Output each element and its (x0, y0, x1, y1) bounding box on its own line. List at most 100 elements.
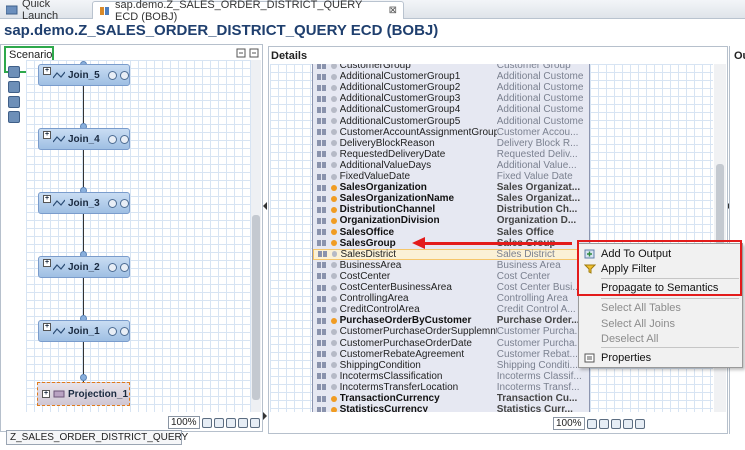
join-node-4[interactable]: + Join_4 (38, 128, 130, 150)
column-icon (330, 162, 337, 169)
layout-icon[interactable] (249, 417, 260, 428)
expand-right-icon[interactable] (263, 412, 267, 420)
column-type-icon (313, 373, 331, 380)
column-row[interactable]: IncotermsTransferLocation Incoterms Trans… (313, 382, 589, 393)
zoom-out-icon[interactable] (586, 418, 597, 429)
menu-item-select-all-joins[interactable]: Select All Joins (579, 316, 742, 331)
column-row[interactable]: CustomerPurchaseOrderSupplemnt Customer P… (313, 326, 589, 338)
scenario-canvas[interactable] (26, 60, 254, 412)
column-icon (330, 262, 337, 269)
fit-to-window-icon[interactable] (225, 417, 236, 428)
view-name-field: Z_SALES_ORDER_DISTRICT_QUERY (6, 430, 188, 445)
column-row[interactable]: SalesDistrict Sales District (313, 248, 589, 260)
tab-label: sap.demo.Z_SALES_ORDER_DISTRICT_QUERY EC… (115, 0, 363, 23)
tab-calculation-view[interactable]: sap.demo.Z_SALES_ORDER_DISTRICT_QUERY EC… (92, 0, 404, 23)
column-row[interactable]: SalesOrganizationName Sales Organizat... (313, 193, 589, 205)
column-name: AdditionalCustomerGroup2 (339, 82, 461, 94)
zoom-out-icon[interactable] (201, 417, 212, 428)
join-node-1[interactable]: + Join_1 (38, 320, 130, 342)
column-name: AdditionalCustomerGroup4 (339, 104, 461, 116)
table-tool-icon[interactable] (8, 81, 20, 93)
column-type-icon (313, 184, 331, 191)
close-icon[interactable]: ⊠ (389, 5, 397, 16)
layout-icon[interactable] (634, 418, 645, 429)
projection-node[interactable]: + Projection_1 (37, 382, 130, 406)
column-row[interactable]: TransactionCurrency Transaction Cu... (313, 393, 589, 404)
join-icon (53, 327, 65, 335)
node-port[interactable] (80, 374, 87, 381)
column-icon (330, 328, 337, 335)
column-row[interactable]: IncotermsClassification Incoterms Classif… (313, 371, 589, 382)
column-row[interactable]: CostCenter Cost Center (313, 271, 589, 282)
column-row[interactable]: CustomerRebateAgreement Customer Rebat... (313, 349, 589, 360)
zoom-in-icon[interactable] (213, 417, 224, 428)
join-tool-icon[interactable] (8, 66, 20, 78)
zoom-level[interactable]: 100% (553, 417, 585, 430)
column-row[interactable]: RequestedDeliveryDate Requested Deliv... (313, 149, 589, 160)
join-icon (53, 199, 65, 207)
column-row[interactable]: PurchaseOrderByCustomer Purchase Order... (313, 315, 589, 327)
column-row[interactable]: OrganizationDivision Organization D... (313, 215, 589, 226)
column-row[interactable]: AdditionalCustomerGroup3 Additional Custo… (313, 93, 589, 104)
column-type-icon (313, 295, 331, 302)
column-row[interactable]: AdditionalValueDays Additional Value... (313, 160, 589, 171)
details-title: Details (271, 50, 308, 62)
expand-icon[interactable]: + (42, 390, 50, 398)
projection-tool-icon[interactable] (8, 111, 20, 123)
column-row[interactable]: CostCenterBusinessArea Cost Center Busi..… (313, 282, 589, 293)
column-row[interactable]: ControllingArea Controlling Area (313, 293, 589, 304)
expand-icon[interactable]: + (43, 195, 51, 203)
zoom-level[interactable]: 100% (168, 416, 200, 429)
column-row[interactable]: FixedValueDate Fixed Value Date (313, 171, 589, 182)
actual-size-icon[interactable] (237, 417, 248, 428)
column-row[interactable]: AdditionalCustomerGroup5 Additional Custo… (313, 116, 589, 127)
table-node-columns[interactable]: CustomerGroup Customer Group AdditionalCus… (312, 64, 590, 412)
column-row[interactable]: CreditControlArea Credit Control A... (313, 304, 589, 315)
menu-item-deselect-all[interactable]: Deselect All (579, 331, 742, 346)
join-node-3[interactable]: + Join_3 (38, 192, 130, 214)
column-type-icon (313, 328, 331, 335)
key-column-icon (330, 195, 337, 202)
node-state-icon (108, 70, 117, 80)
column-icon (330, 351, 337, 358)
expand-icon[interactable]: + (43, 67, 51, 75)
column-row[interactable]: SalesOrganization Sales Organizat... (313, 182, 589, 193)
column-row[interactable]: AdditionalCustomerGroup4 Additional Custo… (313, 104, 589, 116)
actual-size-icon[interactable] (622, 418, 633, 429)
menu-item-select-all-tables[interactable]: Select All Tables (579, 300, 742, 315)
join-node-2[interactable]: + Join_2 (38, 256, 130, 278)
column-type-icon (313, 106, 331, 113)
menu-item-properties[interactable]: Properties (579, 350, 742, 365)
join-node-5[interactable]: + Join_5 (38, 64, 130, 86)
scenario-layout-icon[interactable] (236, 48, 260, 58)
column-row[interactable]: ShippingCondition Shipping Conditi... (313, 360, 589, 371)
expand-icon[interactable]: + (43, 323, 51, 331)
scenario-scrollbar[interactable] (251, 60, 261, 412)
tab-quick-launch[interactable]: Quick Launch (0, 0, 92, 22)
column-row[interactable]: AdditionalCustomerGroup1 Additional Custo… (313, 71, 589, 82)
zoom-in-icon[interactable] (598, 418, 609, 429)
collapse-left-icon[interactable] (263, 202, 267, 210)
tab-label: Quick Launch (22, 0, 59, 22)
column-row[interactable]: DeliveryBlockReason Delivery Block R... (313, 138, 589, 149)
union-tool-icon[interactable] (8, 96, 20, 108)
column-row[interactable]: CustomerPurchaseOrderDate Customer Purcha… (313, 338, 589, 349)
column-name: SalesOrganizationName (339, 193, 455, 205)
column-label: Customer Purcha... (496, 326, 583, 338)
fit-to-window-icon[interactable] (610, 418, 621, 429)
column-row[interactable]: CustomerGroup Customer Group (313, 64, 589, 71)
column-icon (330, 84, 337, 91)
column-row[interactable]: SalesOffice Sales Office (313, 227, 589, 238)
column-row[interactable]: CustomerAccountAssignmentGroup Customer A… (313, 127, 589, 138)
expand-icon[interactable]: + (43, 131, 51, 139)
column-row[interactable]: StatisticsCurrency Statistics Curr... (313, 404, 589, 412)
scenario-zoom-bar: 100% (168, 416, 260, 429)
column-row[interactable]: DistributionChannel Distribution Ch... (313, 204, 589, 215)
expand-icon[interactable]: + (43, 259, 51, 267)
column-icon (330, 140, 337, 147)
column-row[interactable]: BusinessArea Business Area (313, 260, 589, 271)
annotation-arrow (424, 242, 572, 245)
column-label: Purchase Order... (496, 315, 580, 327)
column-row[interactable]: AdditionalCustomerGroup2 Additional Custo… (313, 82, 589, 94)
column-type-icon (313, 173, 331, 180)
